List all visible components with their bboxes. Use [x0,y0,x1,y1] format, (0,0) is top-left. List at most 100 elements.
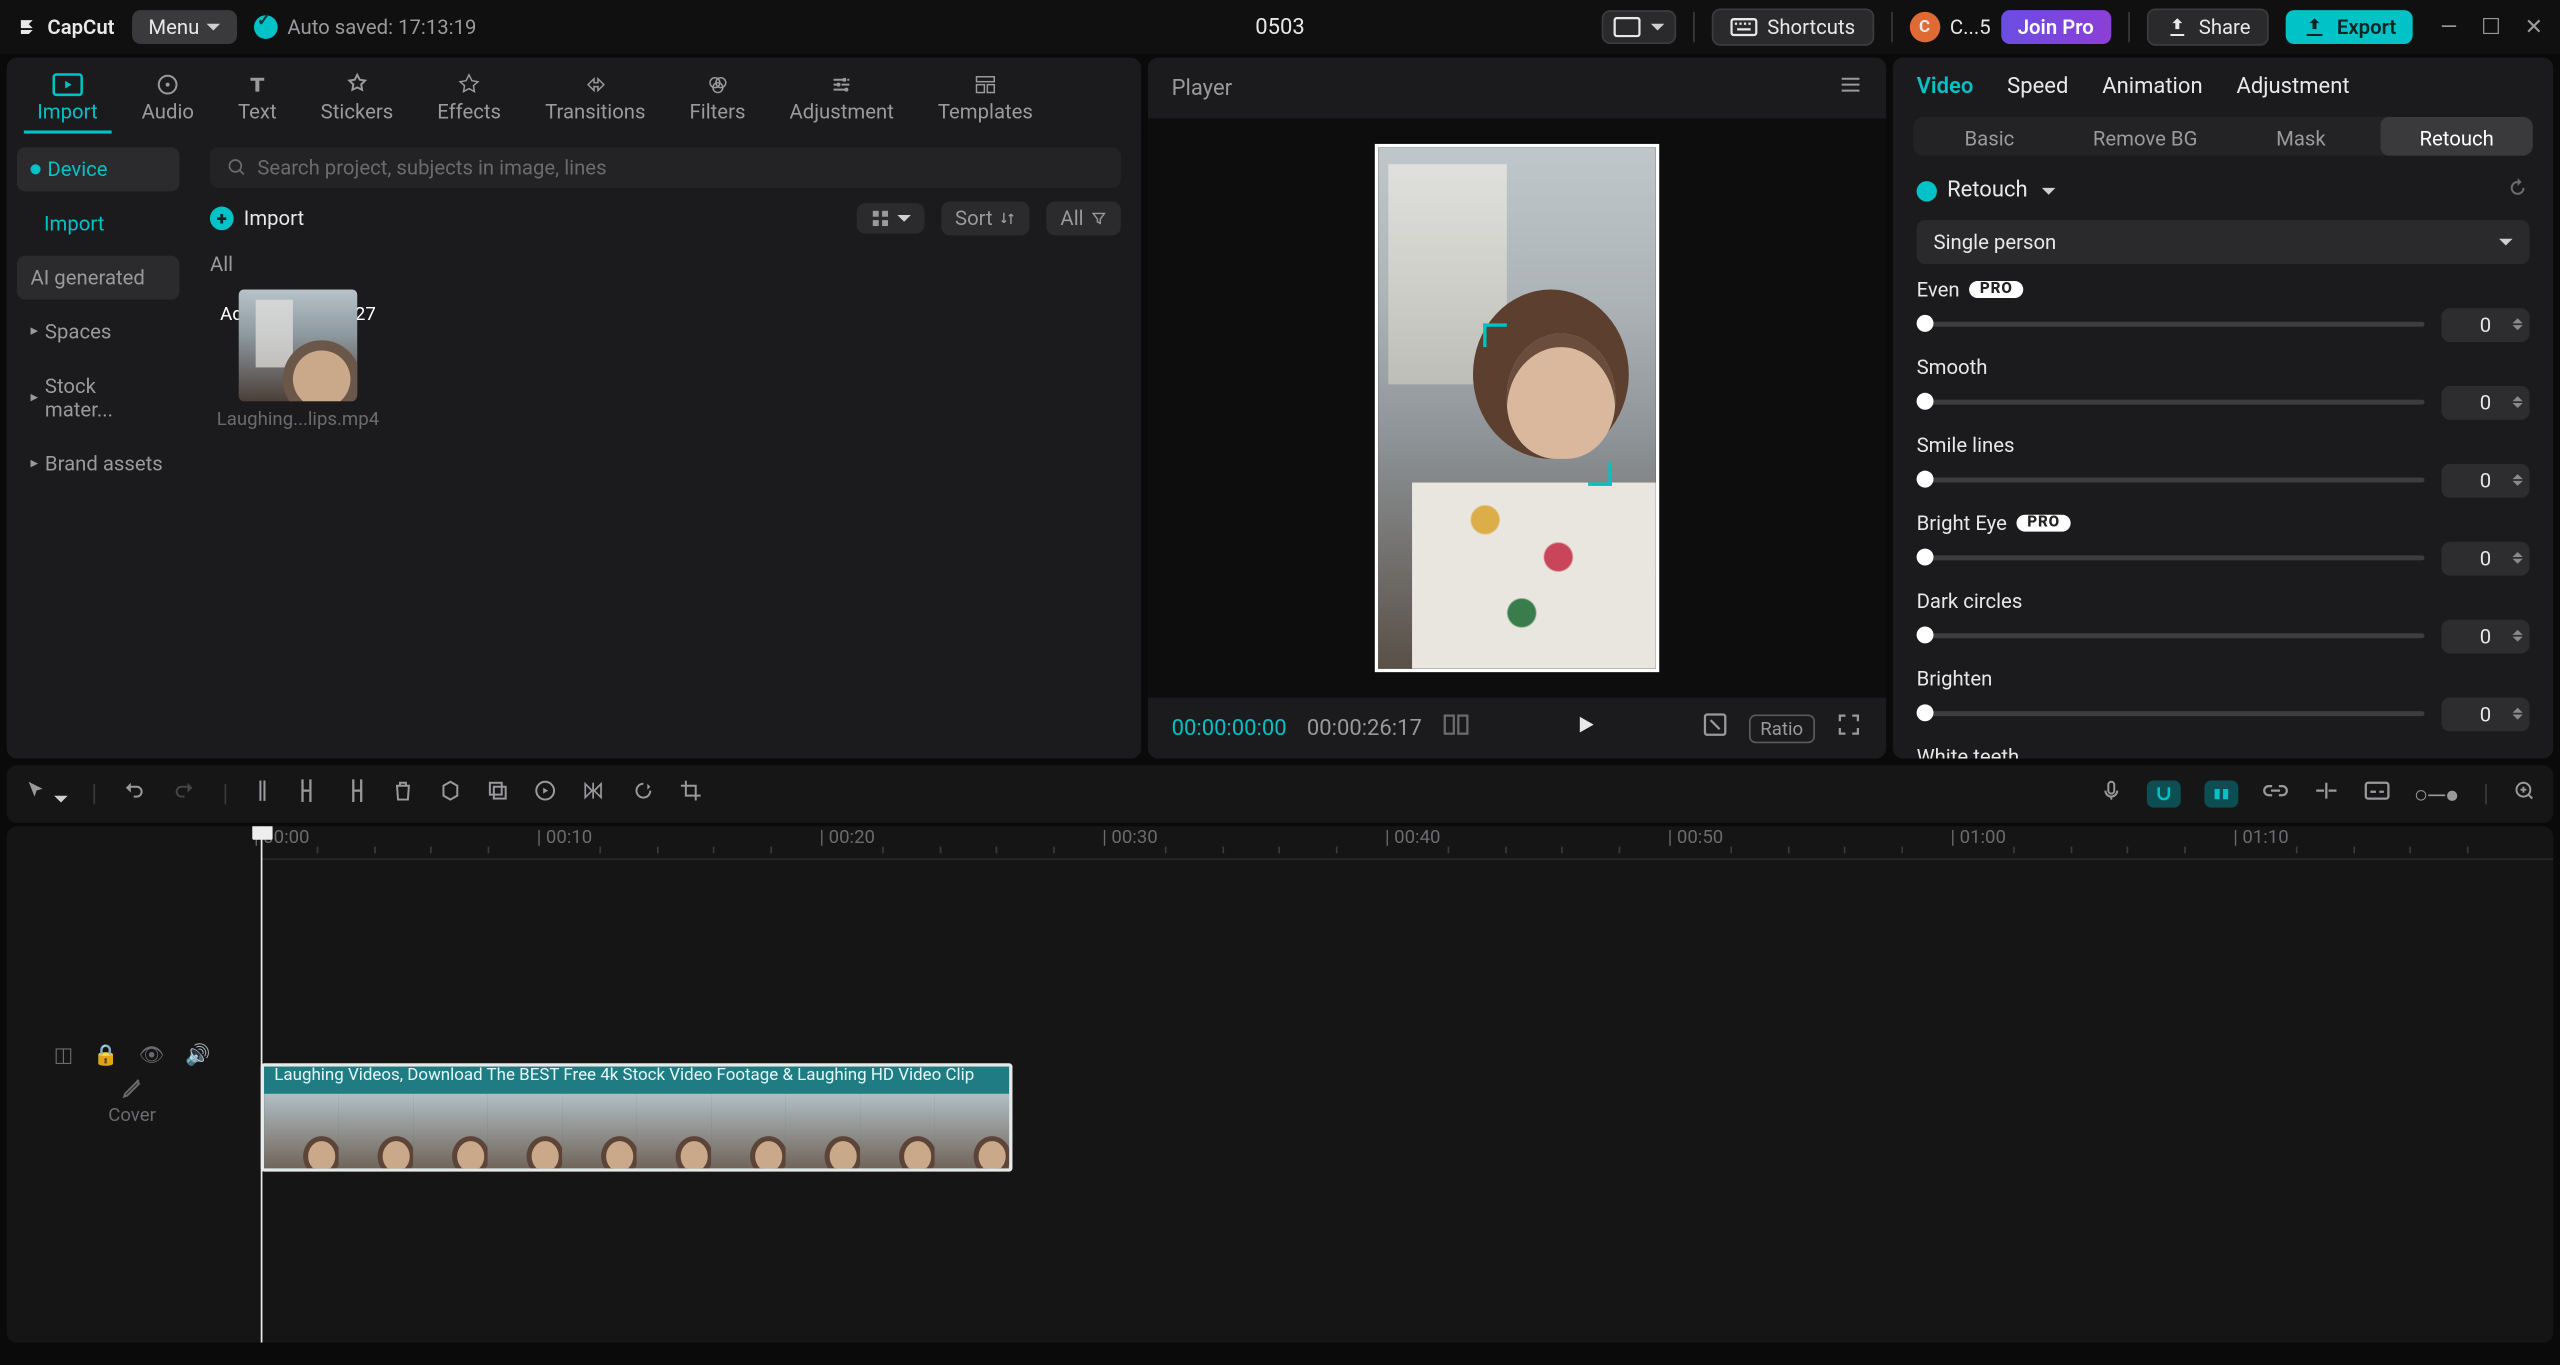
tool-tab-adjustment[interactable]: Adjustment [776,68,907,134]
slider-track[interactable] [1917,556,2425,561]
tool-tab-filters[interactable]: Filters [676,68,759,134]
subtab-remove-bg[interactable]: Remove BG [2069,117,2221,156]
tool-tab-import[interactable]: Import [24,68,111,134]
player-viewport[interactable] [1148,119,1886,698]
view-grid-button[interactable] [857,203,925,233]
tool-tab-effects[interactable]: Effects [424,68,515,134]
selection-tool[interactable] [24,779,68,809]
rotate-button[interactable] [631,779,655,809]
tool-tab-audio[interactable]: Audio [128,68,207,134]
menu-button[interactable]: Menu [131,10,236,44]
slider-thumb[interactable] [1917,549,1934,566]
tool-tab-text[interactable]: Text [224,68,290,134]
project-title[interactable]: 0503 [1255,14,1304,39]
track-visibility-button[interactable]: 👁 [139,1043,165,1067]
subtab-retouch[interactable]: Retouch [2380,117,2532,156]
trim-right-button[interactable] [343,777,367,811]
slider-value-input[interactable]: 0 [2441,386,2529,420]
subtab-mask[interactable]: Mask [2225,117,2377,156]
undo-button[interactable] [121,779,148,809]
crop-button[interactable] [679,779,703,809]
tab-adjustment[interactable]: Adjustment [2237,74,2350,99]
sidebar-item-device[interactable]: Device [17,147,180,191]
section-retouch-header[interactable]: Retouch [1893,156,2553,214]
ratio-button[interactable]: Ratio [1748,714,1815,743]
mirror-button[interactable] [580,779,607,809]
voiceover-button[interactable] [2099,777,2123,811]
value-stepper[interactable] [2513,630,2523,642]
sidebar-item-brand-assets[interactable]: Brand assets [17,442,180,486]
join-pro-button[interactable]: Join Pro [2001,10,2111,44]
fullscreen-button[interactable] [1835,711,1862,745]
track-lock-button[interactable]: 🔒 [93,1043,118,1067]
magnetic-on-button[interactable] [2146,781,2180,808]
share-button[interactable]: Share [2146,8,2269,45]
tab-speed[interactable]: Speed [2007,74,2068,99]
split-button[interactable] [252,777,272,811]
filter-all-button[interactable]: All [1047,201,1121,235]
slider-value-input[interactable]: 0 [2441,464,2529,498]
value-stepper[interactable] [2513,553,2523,565]
copy-button[interactable] [486,779,510,809]
track-mute-button[interactable]: 🔊 [185,1043,210,1067]
playhead[interactable] [261,826,263,1342]
value-stepper[interactable] [2513,397,2523,409]
compare-button[interactable] [1442,713,1469,743]
redo-button[interactable] [172,779,199,809]
reverse-button[interactable] [533,779,557,809]
maximize-button[interactable]: ☐ [2481,14,2501,39]
auto-snap-button[interactable] [2204,781,2238,808]
minimize-button[interactable]: — [2440,14,2457,39]
import-chip[interactable]: + Import [210,207,304,231]
zoom-slider-handle[interactable]: ○─● [2414,780,2459,809]
tool-tab-templates[interactable]: Templates [924,68,1046,134]
caption-toggle-button[interactable] [2363,779,2390,809]
zoom-fit-button[interactable] [2513,779,2537,809]
link-button[interactable] [2262,781,2289,808]
slider-thumb[interactable] [1917,316,1934,333]
tab-video[interactable]: Video [1917,74,1974,99]
slider-value-input[interactable]: 0 [2441,619,2529,653]
subtab-basic[interactable]: Basic [1913,117,2065,156]
trim-left-button[interactable] [296,777,320,811]
shortcuts-button[interactable]: Shortcuts [1711,8,1873,45]
account-area[interactable]: C C...5 Join Pro [1909,10,2110,44]
cover-button[interactable]: Cover [108,1077,156,1126]
value-stepper[interactable] [2513,708,2523,720]
scale-button[interactable] [1701,711,1728,745]
slider-thumb[interactable] [1917,393,1934,410]
sidebar-item-ai-generated[interactable]: AI generated [17,256,180,300]
slider-track[interactable] [1917,322,2425,327]
slider-track[interactable] [1917,634,2425,639]
reset-button[interactable] [2506,176,2530,206]
play-button[interactable] [1573,718,1597,743]
slider-thumb[interactable] [1917,471,1934,488]
sort-button[interactable]: Sort [941,201,1029,235]
track-collapse-button[interactable]: ◫ [54,1043,73,1067]
player-menu-button[interactable] [1839,74,1863,101]
slider-thumb[interactable] [1917,705,1934,722]
player-canvas[interactable] [1375,144,1659,672]
value-stepper[interactable] [2513,319,2523,331]
tab-animation[interactable]: Animation [2102,74,2202,99]
tool-tab-transitions[interactable]: Transitions [532,68,660,134]
slider-track[interactable] [1917,400,2425,405]
slider-track[interactable] [1917,712,2425,717]
slider-value-input[interactable]: 0 [2441,308,2529,342]
slider-value-input[interactable]: 0 [2441,697,2529,731]
search-input[interactable]: Search project, subjects in image, lines [210,147,1121,188]
slider-track[interactable] [1917,478,2425,483]
sidebar-item-stock-material[interactable]: Stock mater... [17,364,180,432]
person-select[interactable]: Single person [1917,220,2530,264]
tool-tab-stickers[interactable]: Stickers [307,68,407,134]
media-thumbnail[interactable]: Added 00:27 Laughing...lips.mp4 [210,290,386,431]
value-stepper[interactable] [2513,475,2523,487]
sidebar-item-spaces[interactable]: Spaces [17,310,180,354]
sidebar-item-import[interactable]: Import [17,201,180,245]
video-clip[interactable]: Laughing Videos, Download The BEST Free … [261,1063,1013,1171]
export-button[interactable]: Export [2286,10,2413,44]
timeline-tracks[interactable]: Laughing Videos, Download The BEST Free … [261,863,2543,1332]
close-button[interactable]: ✕ [2525,14,2543,39]
slider-value-input[interactable]: 0 [2441,542,2529,576]
slider-thumb[interactable] [1917,627,1934,644]
